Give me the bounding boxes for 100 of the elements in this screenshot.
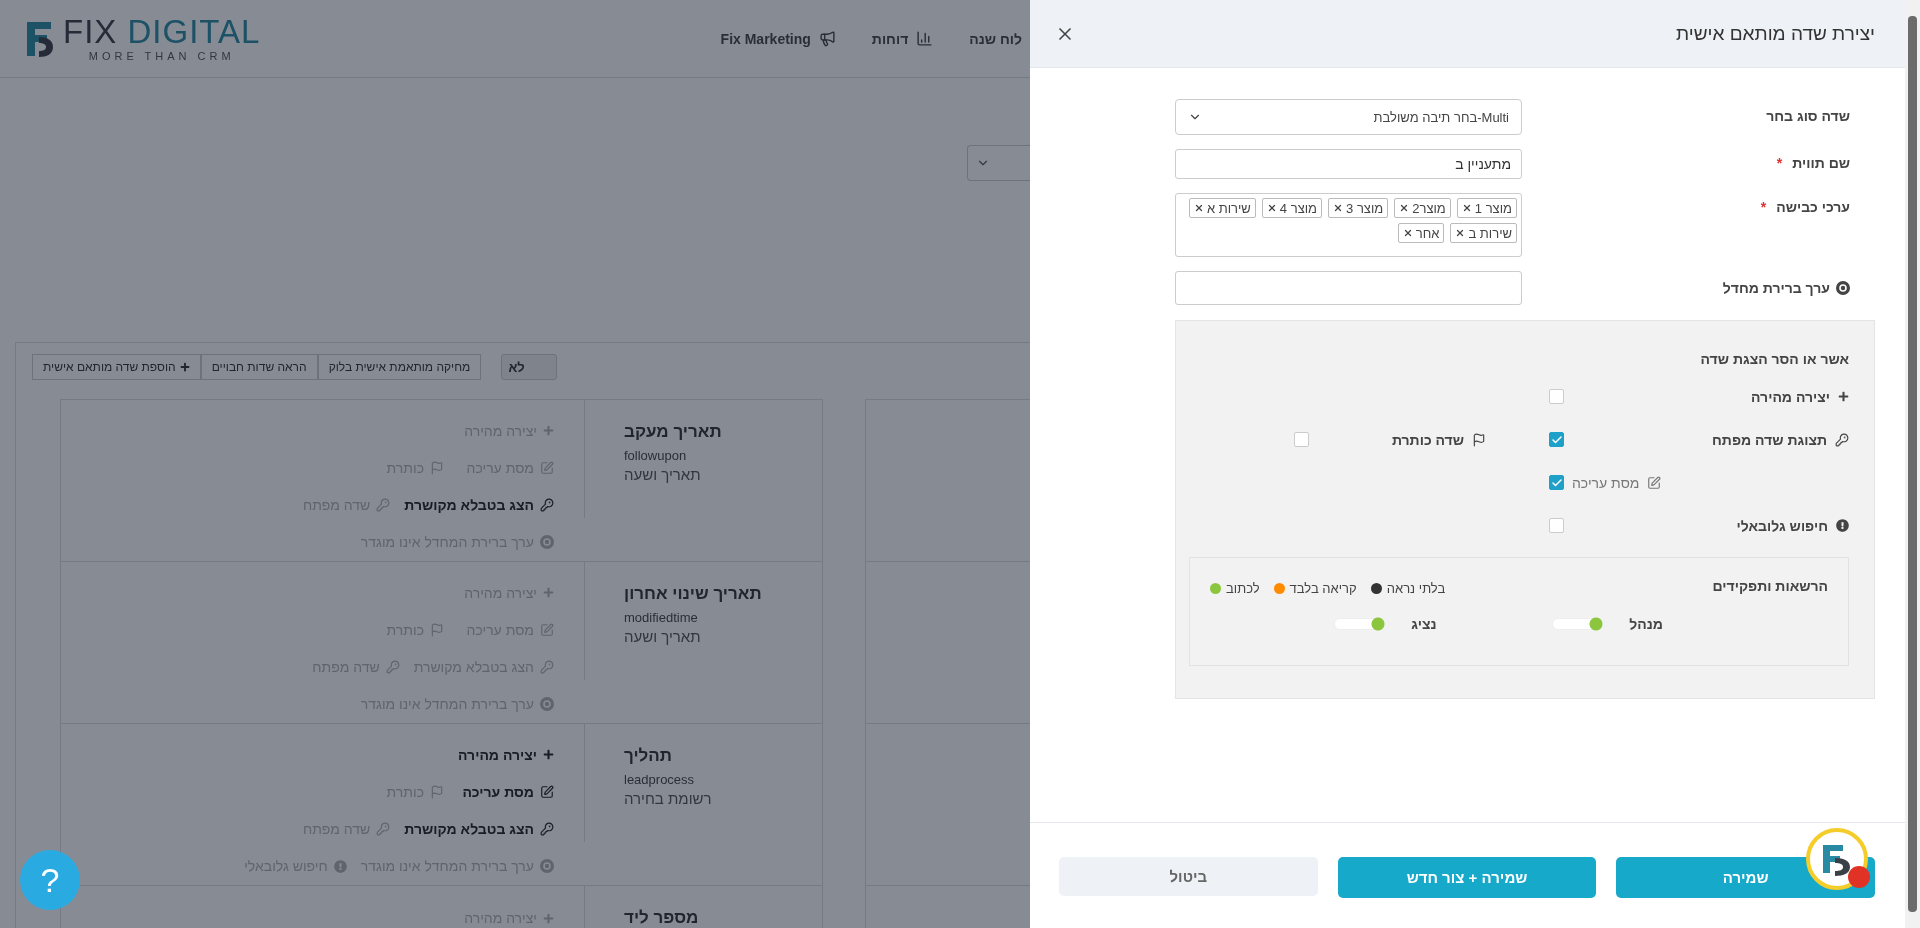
field-api-name: followupon [624, 448, 687, 463]
form-label: ערך ברירת מחדל [1540, 271, 1850, 296]
field-name: תהליך [624, 746, 672, 766]
value-tag[interactable]: שירות ב [1450, 223, 1517, 243]
required-mark: * [1760, 199, 1767, 215]
form-label: שדה סוג בחר [1765, 107, 1850, 124]
toggle-switch[interactable]: לא [501, 354, 558, 380]
key-icon [540, 660, 554, 675]
checkbox[interactable] [1294, 432, 1309, 447]
drawer-title: יצירת שדה מותאם אישית [1676, 22, 1875, 45]
remove-icon [1399, 203, 1410, 213]
field-name: מספר ליד [624, 908, 699, 928]
flag-icon [430, 622, 444, 637]
role-name: מנהל [1629, 616, 1663, 632]
field-type: רשומת בחירה [624, 790, 712, 807]
toolbar-button[interactable]: מחיקה מותאמת אישית בלוק [317, 354, 482, 380]
field-type-select[interactable]: Multi-בחר תיבה משולבת [1175, 99, 1522, 135]
field-type: תאריך ושעה [624, 628, 701, 645]
key-icon [385, 660, 400, 675]
option-label: שדה כותרת [1309, 431, 1486, 448]
checkbox[interactable] [1549, 475, 1564, 490]
logo-tagline: MORE THAN CRM [88, 50, 235, 62]
remove-icon [1266, 203, 1277, 213]
default-value-input[interactable] [1175, 271, 1522, 305]
field-api-name: leadprocess [624, 772, 695, 787]
circle-icon [540, 697, 554, 712]
option-label: מסת עריכה [1564, 474, 1849, 491]
legend-item: לכתוב [1210, 580, 1260, 596]
notification-dot [1848, 866, 1870, 888]
field-option[interactable]: הצג בטבלא מקושרת [404, 497, 554, 514]
section-title: אשר או הסר הצגת שדה [1699, 351, 1849, 369]
remove-icon [1402, 228, 1413, 238]
info-icon [1836, 519, 1849, 532]
flag-icon [430, 784, 444, 799]
checkbox[interactable] [1549, 389, 1564, 404]
info-icon [333, 859, 347, 873]
toolbar-button[interactable]: הראה שדות חבויים [200, 354, 318, 380]
legend-item: בלתי נראה [1370, 580, 1446, 596]
value-tag[interactable]: מוצר2 [1394, 198, 1451, 218]
edit-icon [540, 622, 554, 637]
edit-icon [540, 460, 554, 475]
label-input[interactable]: מתעניין ב [1175, 149, 1522, 179]
megaphone-icon [818, 30, 836, 47]
picklist-values-field[interactable]: מוצר 1 מוצר2 מוצר 3 מוצר 4 שירות א שירות ב אחר [1175, 193, 1522, 257]
flag-icon [1472, 432, 1486, 447]
required-mark: * [1776, 155, 1783, 171]
edit-icon [540, 784, 554, 799]
field-name: תאריך שינוי אחרון [624, 584, 762, 604]
nav-link[interactable]: Fix Marketing [720, 30, 836, 47]
checkbox[interactable] [1549, 432, 1564, 447]
toolbar-button[interactable]: הוספת שדה מותאם אישית [32, 354, 201, 380]
plus-icon [543, 749, 554, 761]
remove-icon [1193, 203, 1204, 213]
help-button[interactable]: ? [20, 850, 80, 910]
remove-icon [1333, 203, 1344, 213]
field-api-name: modifiedtime [624, 610, 698, 625]
key-icon [376, 498, 391, 513]
section-title: הרשאות ותפקידים [1712, 578, 1828, 596]
key-icon [376, 822, 391, 837]
value-tag[interactable]: מוצר 1 [1456, 198, 1517, 218]
circle-icon [540, 535, 554, 550]
circle-icon [1836, 281, 1850, 295]
value-tag[interactable]: מוצר 3 [1328, 198, 1389, 218]
cancel-button[interactable]: ביטול [1059, 857, 1318, 896]
field-name: תאריך מעקב [624, 422, 722, 442]
plus-icon [1838, 391, 1849, 402]
plus-icon [543, 587, 554, 599]
permission-slider[interactable] [1552, 618, 1605, 630]
remove-icon [1455, 228, 1466, 238]
option-label: יצירה מהירה [1564, 388, 1849, 405]
value-tag[interactable]: אחר [1397, 223, 1445, 243]
option-label: תצוגת שדה מפתח [1564, 431, 1849, 448]
permission-slider[interactable] [1334, 618, 1387, 630]
remove-icon [1461, 203, 1472, 213]
plus-icon [543, 425, 554, 437]
flag-icon [430, 460, 444, 475]
field-option[interactable]: יצירה מהירה [458, 746, 554, 763]
field-option[interactable]: הצג בטבלא מקושרת [404, 821, 554, 838]
circle-icon [540, 859, 554, 874]
form-label: שם תווית * [1775, 154, 1850, 171]
key-icon [540, 498, 554, 513]
role-name: נציג [1411, 616, 1437, 632]
plus-icon [179, 362, 190, 372]
value-tag[interactable]: מוצר 4 [1261, 198, 1323, 218]
scrollbar[interactable] [1905, 0, 1920, 928]
logo-wordmark: FIX DIGITAL [63, 15, 261, 48]
save-button[interactable]: שמירה + צור חדש [1337, 857, 1597, 898]
field-type: תאריך ושעה [624, 466, 701, 483]
legend-item: קריאה בלבד [1273, 580, 1357, 596]
key-icon [1835, 432, 1849, 447]
checkbox[interactable] [1549, 518, 1564, 533]
field-option[interactable]: מסת עריכה [458, 783, 554, 800]
key-icon [540, 822, 554, 837]
option-label: חיפוש גלובאלי [1564, 517, 1849, 534]
bar-chart-icon [916, 30, 934, 47]
value-tag[interactable]: שירות א [1188, 198, 1256, 218]
edit-icon [1647, 475, 1662, 490]
plus-icon [543, 912, 554, 924]
form-label: ערכי כבישה * [1759, 198, 1850, 215]
nav-link[interactable]: דוחות [871, 30, 934, 47]
